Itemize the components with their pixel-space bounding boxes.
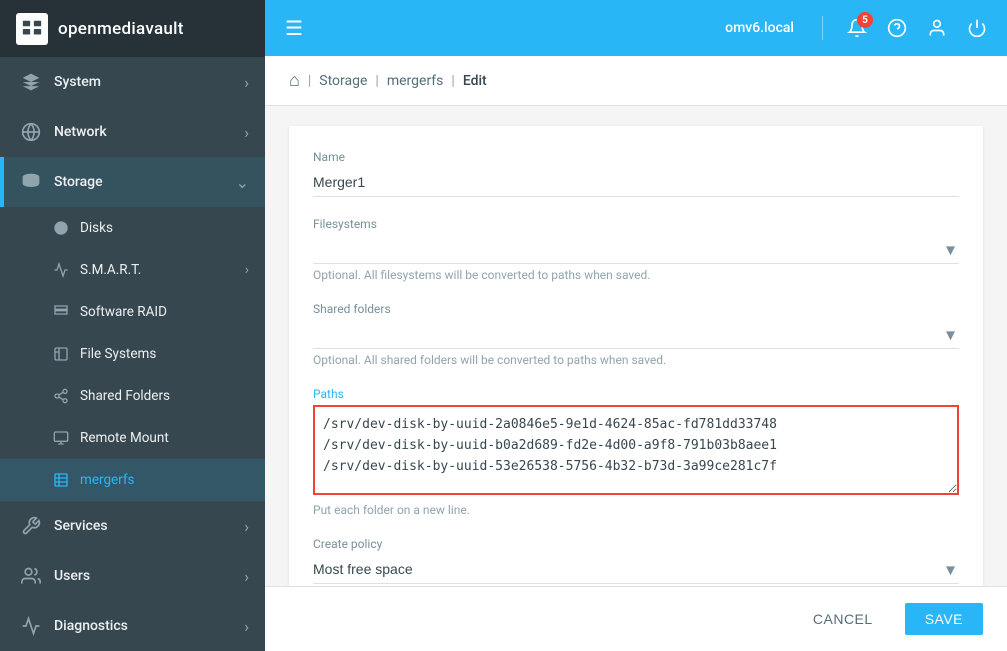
breadcrumb-sep-3: | (451, 73, 454, 89)
hostname-label: omv6.local (725, 20, 794, 36)
software-raid-label: Software RAID (80, 304, 167, 320)
remote-icon (52, 429, 70, 447)
mergerfs-breadcrumb[interactable]: mergerfs (387, 73, 444, 89)
content-area: Name Filesystems ▾ Optional. All filesys… (265, 106, 1007, 586)
topbar-divider (822, 16, 823, 40)
sidebar-item-storage[interactable]: Storage ⌄ (0, 157, 265, 207)
sidebar-item-software-raid[interactable]: Software RAID (0, 291, 265, 333)
notification-badge: 5 (857, 12, 873, 28)
diagnostics-chevron-icon: › (244, 617, 249, 636)
storage-chevron-icon: ⌄ (236, 173, 249, 192)
sidebar-item-mergerfs[interactable]: mergerfs (0, 459, 265, 501)
brand-title: openmediavault (58, 19, 184, 39)
sidebar-item-services[interactable]: Services › (0, 501, 265, 551)
services-chevron-icon: › (244, 517, 249, 536)
create-policy-label: Create policy (313, 537, 959, 551)
filesystems-select[interactable] (313, 235, 959, 264)
services-icon (20, 515, 42, 537)
diagnostics-icon (20, 615, 42, 637)
system-icon (20, 71, 42, 93)
sidebar-item-file-systems[interactable]: File Systems (0, 333, 265, 375)
edit-breadcrumb: Edit (463, 73, 487, 89)
storage-icon (20, 171, 42, 193)
name-field: Name (313, 150, 959, 197)
shared-folders-select[interactable] (313, 320, 959, 349)
fs-icon (52, 345, 70, 363)
main-content: ☰ omv6.local 5 ⌂ | Storage | mergerfs | … (265, 0, 1007, 651)
system-label: System (54, 74, 232, 90)
power-button[interactable] (963, 14, 991, 42)
name-label: Name (313, 150, 959, 164)
file-systems-label: File Systems (80, 346, 156, 362)
sidebar-item-disks[interactable]: Disks (0, 207, 265, 249)
breadcrumb-sep-2: | (375, 73, 378, 89)
system-chevron-icon: › (244, 73, 249, 92)
mergerfs-label: mergerfs (80, 472, 135, 488)
sidebar-item-system[interactable]: System › (0, 57, 265, 107)
form-footer: Cancel Save (265, 586, 1007, 651)
home-breadcrumb[interactable]: ⌂ (289, 70, 300, 91)
users-label: Users (54, 568, 232, 584)
network-icon (20, 121, 42, 143)
shared-folders-hint: Optional. All shared folders will be con… (313, 353, 959, 367)
sidebar-item-network[interactable]: Network › (0, 107, 265, 157)
disks-label: Disks (80, 220, 113, 236)
sidebar: openmediavault System › Network › Storag… (0, 0, 265, 651)
shared-folders-field: Shared folders ▾ Optional. All shared fo… (313, 302, 959, 367)
sidebar-item-diagnostics[interactable]: Diagnostics › (0, 601, 265, 651)
topbar: ☰ omv6.local 5 (265, 0, 1007, 56)
sidebar-item-users[interactable]: Users › (0, 551, 265, 601)
smart-label: S.M.A.R.T. (80, 262, 141, 278)
paths-label: Paths (313, 387, 959, 401)
filesystems-label: Filesystems (313, 217, 959, 231)
filesystems-hint: Optional. All filesystems will be conver… (313, 268, 959, 282)
smart-chevron-icon: › (245, 262, 249, 278)
sidebar-header: openmediavault (0, 0, 265, 57)
menu-button[interactable]: ☰ (281, 12, 307, 44)
sidebar-item-smart[interactable]: S.M.A.R.T. › (0, 249, 265, 291)
network-chevron-icon: › (244, 123, 249, 142)
breadcrumb-sep-1: | (308, 73, 311, 89)
sidebar-item-shared-folders[interactable]: Shared Folders (0, 375, 265, 417)
share-icon (52, 387, 70, 405)
create-policy-select-container: Most free space Least free space Existin… (313, 555, 959, 584)
help-button[interactable] (883, 14, 911, 42)
filesystems-field: Filesystems ▾ Optional. All filesystems … (313, 217, 959, 282)
paths-hint: Put each folder on a new line. (313, 503, 959, 517)
storage-label: Storage (54, 174, 224, 190)
paths-field: Paths /srv/dev-disk-by-uuid-2a0846e5-9e1… (313, 387, 959, 517)
diagnostics-label: Diagnostics (54, 618, 232, 634)
disk-icon (52, 219, 70, 237)
users-chevron-icon: › (244, 567, 249, 586)
name-input[interactable] (313, 168, 959, 197)
create-policy-select[interactable]: Most free space Least free space Existin… (313, 555, 959, 584)
shared-folders-label: Shared folders (313, 302, 959, 316)
users-icon (20, 565, 42, 587)
smart-icon (52, 261, 70, 279)
logo-icon (16, 13, 48, 45)
raid-icon (52, 303, 70, 321)
breadcrumb: ⌂ | Storage | mergerfs | Edit (265, 56, 1007, 106)
filesystems-select-container: ▾ (313, 235, 959, 264)
network-label: Network (54, 124, 232, 140)
remote-mount-label: Remote Mount (80, 430, 169, 446)
cancel-button[interactable]: Cancel (793, 603, 893, 635)
shared-folders-label: Shared Folders (80, 388, 170, 404)
sidebar-item-remote-mount[interactable]: Remote Mount (0, 417, 265, 459)
paths-textarea[interactable]: /srv/dev-disk-by-uuid-2a0846e5-9e1d-4624… (313, 405, 959, 495)
shared-folders-select-container: ▾ (313, 320, 959, 349)
form-card: Name Filesystems ▾ Optional. All filesys… (289, 126, 983, 586)
merger-icon (52, 471, 70, 489)
create-policy-field: Create policy Most free space Least free… (313, 537, 959, 584)
storage-breadcrumb[interactable]: Storage (319, 73, 367, 89)
save-button[interactable]: Save (905, 603, 983, 635)
services-label: Services (54, 518, 232, 534)
notifications-button[interactable]: 5 (843, 14, 871, 42)
profile-button[interactable] (923, 14, 951, 42)
